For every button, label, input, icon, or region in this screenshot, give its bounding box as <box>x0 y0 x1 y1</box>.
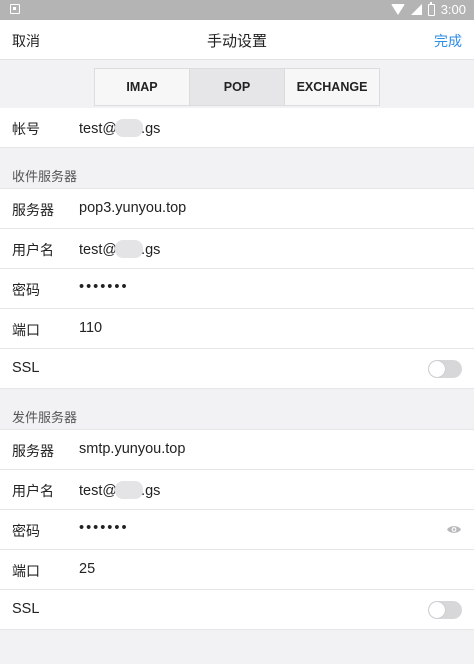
account-value[interactable]: test@ .gs <box>79 119 160 137</box>
incoming-header-label: 收件服务器 <box>12 170 78 185</box>
redacted-mask <box>115 481 144 499</box>
done-button[interactable]: 完成 <box>434 31 462 51</box>
protocol-selector-container: IMAP POP EXCHANGE <box>0 60 474 108</box>
manual-settings-screen: 3:00 取消 手动设置 完成 IMAP POP EXCHANGE 帐号 tes… <box>0 0 474 664</box>
tab-imap[interactable]: IMAP <box>95 69 190 105</box>
outgoing-username-label: 用户名 <box>12 484 54 500</box>
redacted-mask <box>115 240 144 258</box>
incoming-password-row[interactable]: 密码 ••••••• <box>0 269 474 309</box>
tab-pop[interactable]: POP <box>190 69 285 105</box>
outgoing-server-label: 服务器 <box>12 444 54 460</box>
wifi-icon <box>390 4 405 15</box>
bottom-spacer <box>0 630 474 662</box>
outgoing-password-value[interactable]: ••••••• <box>79 520 129 536</box>
tab-exchange[interactable]: EXCHANGE <box>285 69 379 105</box>
incoming-port-row[interactable]: 端口 110 <box>0 309 474 349</box>
outgoing-port-value[interactable]: 25 <box>79 561 95 577</box>
outgoing-ssl-row: SSL <box>0 590 474 630</box>
outgoing-server-value[interactable]: smtp.yunyou.top <box>79 441 185 457</box>
page-title: 手动设置 <box>206 32 267 50</box>
outgoing-port-row[interactable]: 端口 25 <box>0 550 474 590</box>
incoming-port-label: 端口 <box>12 323 40 339</box>
redacted-mask <box>115 119 144 137</box>
incoming-password-value[interactable]: ••••••• <box>79 279 129 295</box>
account-label: 帐号 <box>12 122 40 138</box>
outgoing-username-value[interactable]: test@ .gs <box>79 481 160 499</box>
outgoing-server-row[interactable]: 服务器 smtp.yunyou.top <box>0 430 474 470</box>
outgoing-header-label: 发件服务器 <box>12 411 78 426</box>
incoming-server-row[interactable]: 服务器 pop3.yunyou.top <box>0 189 474 229</box>
incoming-server-label: 服务器 <box>12 203 54 219</box>
incoming-username-value[interactable]: test@ .gs <box>79 240 160 258</box>
nav-bar: 取消 手动设置 完成 <box>0 20 474 60</box>
incoming-port-value[interactable]: 110 <box>79 320 102 336</box>
outgoing-password-label: 密码 <box>12 524 40 540</box>
outgoing-password-row[interactable]: 密码 ••••••• <box>0 510 474 550</box>
incoming-server-header: 收件服务器 <box>0 148 474 189</box>
incoming-ssl-label: SSL <box>12 360 40 376</box>
incoming-ssl-toggle[interactable] <box>428 360 462 378</box>
account-row[interactable]: 帐号 test@ .gs <box>0 108 474 148</box>
incoming-username-row[interactable]: 用户名 test@ .gs <box>0 229 474 269</box>
outgoing-username-row[interactable]: 用户名 test@ .gs <box>0 470 474 510</box>
protocol-segmented-control: IMAP POP EXCHANGE <box>94 68 380 106</box>
outgoing-ssl-toggle[interactable] <box>428 601 462 619</box>
outgoing-ssl-label: SSL <box>12 601 40 617</box>
outgoing-port-label: 端口 <box>12 564 40 580</box>
status-time: 3:00 <box>440 2 466 17</box>
outgoing-server-header: 发件服务器 <box>0 389 474 430</box>
incoming-password-label: 密码 <box>12 283 40 299</box>
eye-icon[interactable] <box>446 524 462 535</box>
incoming-server-value[interactable]: pop3.yunyou.top <box>79 200 186 216</box>
status-icons: 3:00 <box>390 1 466 17</box>
notification-icon <box>10 4 20 14</box>
signal-icon <box>410 4 422 15</box>
incoming-ssl-row: SSL <box>0 349 474 389</box>
incoming-username-label: 用户名 <box>12 243 54 259</box>
status-bar: 3:00 <box>0 0 474 20</box>
battery-icon <box>427 1 435 16</box>
